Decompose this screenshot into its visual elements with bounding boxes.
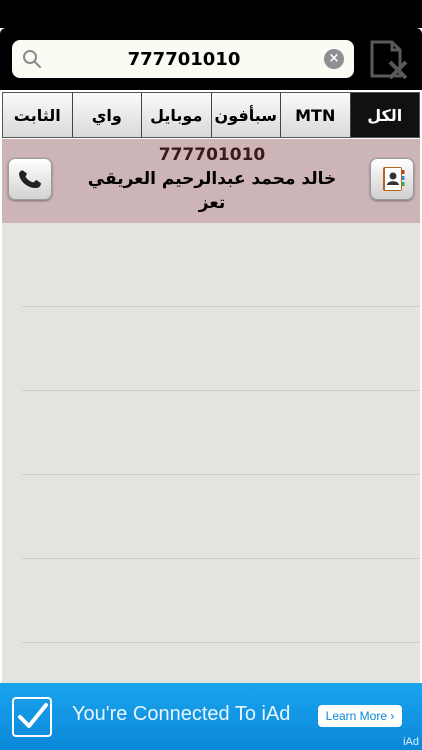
- result-city: تعز: [198, 193, 226, 213]
- ad-text: You're Connected To iAd: [72, 703, 291, 725]
- tab-all[interactable]: الكل: [350, 93, 419, 137]
- result-number: 777701010: [158, 145, 266, 165]
- clear-icon[interactable]: ×: [324, 49, 344, 69]
- document-delete-icon[interactable]: [364, 36, 412, 82]
- carrier-tabs: الثابت واي موبايل سبأفون MTN الكل: [2, 92, 420, 138]
- divider: [22, 306, 420, 307]
- list-item[interactable]: 777701010 خالد محمد عبدالرحيم العريقي تع…: [2, 139, 420, 223]
- divider: [22, 558, 420, 559]
- tab-mobile[interactable]: موبايل: [142, 93, 212, 137]
- checkmark-icon: [12, 697, 52, 737]
- address-book-icon: [383, 167, 405, 191]
- search-box[interactable]: ×: [12, 40, 354, 78]
- tab-mtn[interactable]: MTN: [281, 93, 351, 137]
- learn-more-button[interactable]: Learn More ›: [318, 705, 402, 727]
- result-details: 777701010 خالد محمد عبدالرحيم العريقي تع…: [62, 143, 362, 215]
- search-bar-area: ×: [0, 28, 422, 90]
- tab-y[interactable]: واي: [73, 93, 142, 137]
- results-list: 777701010 خالد محمد عبدالرحيم العريقي تع…: [2, 139, 420, 683]
- search-input[interactable]: [52, 40, 316, 78]
- call-button[interactable]: [8, 158, 52, 200]
- result-name: خالد محمد عبدالرحيم العريقي: [87, 169, 337, 189]
- divider: [22, 642, 420, 643]
- divider: [22, 474, 420, 475]
- divider: [22, 390, 420, 391]
- tab-sabafon[interactable]: سبأفون: [212, 93, 281, 137]
- phone-icon: [19, 170, 41, 188]
- tab-fixed[interactable]: الثابت: [3, 93, 73, 137]
- iad-banner[interactable]: You're Connected To iAd Learn More › iAd: [0, 683, 422, 750]
- status-bar: [0, 0, 422, 28]
- add-contact-button[interactable]: [370, 158, 414, 200]
- iad-brand-label: iAd: [403, 736, 419, 748]
- search-icon: [23, 50, 41, 68]
